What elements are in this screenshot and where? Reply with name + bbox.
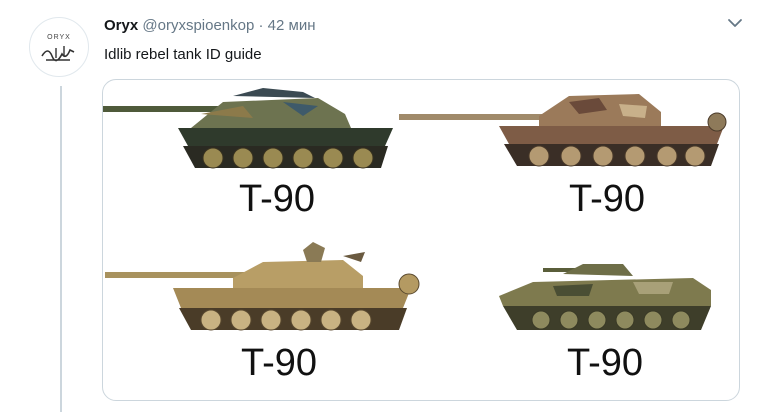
tweet-header: Oryx @oryxspioenkop · 42 мин	[104, 17, 316, 34]
tank-illustration-3	[105, 242, 420, 331]
media-image[interactable]: T-90 T-90 T-90 T-90	[102, 79, 740, 401]
separator-dot: ·	[258, 17, 264, 34]
tank-label-4: T-90	[567, 342, 644, 384]
thread-line	[60, 86, 62, 412]
tweet-text: Idlib rebel tank ID guide	[104, 46, 262, 63]
tweet-timestamp[interactable]: 42 мин	[268, 17, 316, 34]
chevron-down-icon[interactable]	[724, 14, 746, 32]
tank-label-2: T-90	[569, 178, 646, 220]
tank-illustration-4	[499, 264, 711, 330]
avatar-brand-text: ORYX	[47, 34, 71, 41]
author-name[interactable]: Oryx	[104, 17, 138, 34]
tank-illustration-2	[399, 94, 727, 167]
calligraphy-logo-icon	[41, 46, 75, 62]
tank-label-1: T-90	[239, 178, 316, 220]
avatar[interactable]: ORYX	[29, 17, 89, 77]
author-handle[interactable]: @oryxspioenkop	[142, 17, 254, 34]
tank-illustration-1	[103, 88, 393, 169]
tank-label-3: T-90	[241, 342, 318, 384]
